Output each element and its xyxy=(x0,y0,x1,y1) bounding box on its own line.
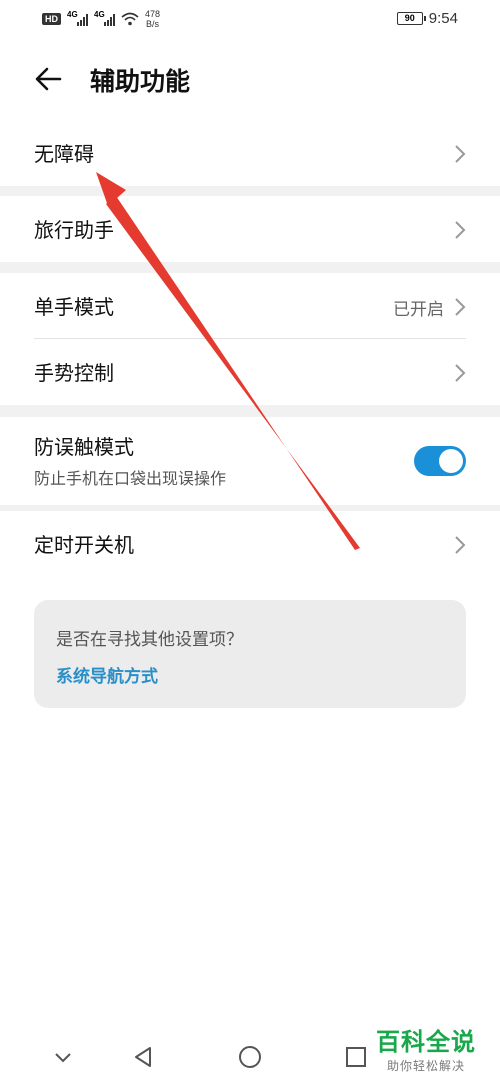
group-mistouch: 防误触模式 防止手机在口袋出现误操作 xyxy=(0,417,500,505)
signal-1-icon: 4G xyxy=(67,10,88,26)
watermark: 百科全说 助你轻松解决 xyxy=(376,1022,476,1074)
settings-item-label: 防误触模式 xyxy=(34,435,134,459)
recents-square-icon[interactable] xyxy=(341,1042,371,1072)
hd-badge: HD xyxy=(42,13,61,25)
anti-mistouch-toggle[interactable] xyxy=(414,446,466,476)
settings-item-label: 单手模式 xyxy=(34,295,114,319)
group-travel: 旅行助手 xyxy=(0,196,500,262)
chevron-right-icon xyxy=(455,364,466,382)
settings-item-travel-assistant[interactable]: 旅行助手 xyxy=(0,196,500,262)
settings-item-label: 旅行助手 xyxy=(34,218,114,242)
settings-item-label: 手势控制 xyxy=(34,361,114,385)
wifi-icon xyxy=(121,12,139,26)
suggestion-card: 是否在寻找其他设置项？ 系统导航方式 xyxy=(34,600,466,708)
settings-item-label: 定时开关机 xyxy=(34,533,134,557)
status-right: 90 9:54 xyxy=(396,10,458,27)
watermark-title: 百科全说 xyxy=(376,1028,476,1056)
settings-item-accessibility[interactable]: 无障碍 xyxy=(0,120,500,186)
settings-item-one-hand-mode[interactable]: 单手模式 已开启 xyxy=(0,273,500,339)
status-bar: HD 4G 4G 478 B/s 90 9:54 xyxy=(0,0,500,40)
settings-item-label: 无障碍 xyxy=(34,142,94,166)
app-header: 辅助功能 xyxy=(0,40,500,120)
page-title: 辅助功能 xyxy=(90,67,191,96)
system-navigation-link[interactable]: 系统导航方式 xyxy=(56,662,158,687)
settings-item-description: 防止手机在口袋出现误操作 xyxy=(34,469,227,488)
home-circle-icon[interactable] xyxy=(235,1042,265,1072)
group-power: 定时开关机 xyxy=(0,511,500,577)
settings-item-scheduled-power[interactable]: 定时开关机 xyxy=(0,511,500,577)
network-speed: 478 B/s xyxy=(145,9,161,29)
group-accessibility: 无障碍 xyxy=(0,120,500,186)
watermark-subtitle: 助你轻松解决 xyxy=(386,1059,465,1073)
signal-2-icon: 4G xyxy=(94,10,115,26)
arrow-left-icon[interactable] xyxy=(30,64,66,94)
toggle-knob xyxy=(439,449,463,473)
chevron-right-icon xyxy=(455,145,466,163)
battery-icon: 90 xyxy=(396,12,426,25)
group-gestures: 单手模式 已开启 手势控制 xyxy=(0,273,500,405)
chevron-down-icon[interactable] xyxy=(48,1042,78,1072)
settings-item-value: 已开启 xyxy=(393,300,444,320)
suggestion-question: 是否在寻找其他设置项？ xyxy=(56,630,243,650)
chevron-right-icon xyxy=(455,221,466,239)
chevron-right-icon xyxy=(455,536,466,554)
settings-item-anti-mistouch[interactable]: 防误触模式 防止手机在口袋出现误操作 xyxy=(0,417,500,505)
clock: 9:54 xyxy=(428,10,458,27)
back-triangle-icon[interactable] xyxy=(128,1042,158,1072)
settings-item-gesture-control[interactable]: 手势控制 xyxy=(0,339,500,405)
chevron-right-icon xyxy=(455,298,466,316)
status-left: HD 4G 4G 478 B/s xyxy=(42,9,160,29)
